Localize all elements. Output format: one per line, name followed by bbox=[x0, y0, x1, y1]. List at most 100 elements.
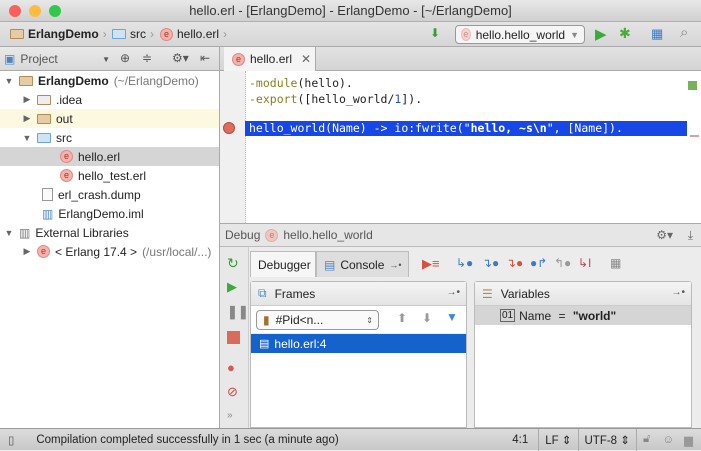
minimize-window-button[interactable] bbox=[29, 5, 41, 17]
pin-icon[interactable]: →• bbox=[671, 287, 685, 298]
tree-item-src[interactable]: ▼ src bbox=[0, 128, 219, 147]
tree-item-out[interactable]: ▶ out bbox=[0, 109, 219, 128]
folder-icon bbox=[112, 29, 126, 39]
line-separator-select[interactable]: LF ⇕ bbox=[539, 433, 577, 447]
frames-icon: ⧉ bbox=[258, 286, 267, 300]
inspector-icon[interactable]: ☺ bbox=[656, 434, 680, 446]
toggle-tool-windows-icon[interactable]: ▯ bbox=[8, 433, 14, 447]
breadcrumb-project[interactable]: ErlangDemo › bbox=[10, 27, 107, 41]
frame-icon: ▤ bbox=[259, 338, 270, 350]
gear-icon[interactable]: ⚙▾ bbox=[172, 51, 189, 65]
resume-icon[interactable]: ▶ bbox=[227, 279, 242, 294]
variables-icon: ☰ bbox=[482, 286, 493, 301]
debug-bug-icon[interactable]: ✱ bbox=[619, 25, 631, 42]
erlang-file-icon: e bbox=[232, 52, 245, 66]
tree-item-external-libraries[interactable]: ▼ ▥ External Libraries bbox=[0, 223, 219, 242]
navigation-bar: ErlangDemo › src › e hello.erl › ⬇ e hello.he… bbox=[0, 22, 701, 47]
run-to-cursor-icon[interactable]: ↳I bbox=[578, 256, 591, 270]
step-over-icon[interactable]: ↳● bbox=[456, 256, 473, 270]
tab-console[interactable]: ▤ Console →• bbox=[316, 251, 409, 277]
tree-item-crash-dump[interactable]: erl_crash.dump bbox=[0, 185, 219, 204]
gear-icon[interactable]: ⚙▾ bbox=[656, 228, 673, 242]
breakpoint-icon[interactable] bbox=[223, 122, 235, 134]
step-out-icon[interactable]: ●↱ bbox=[530, 256, 547, 270]
tab-debugger[interactable]: Debugger bbox=[250, 251, 316, 277]
encoding-select[interactable]: UTF-8 ⇕ bbox=[579, 433, 636, 447]
erlang-file-icon: e bbox=[60, 150, 73, 163]
close-window-button[interactable] bbox=[9, 5, 21, 17]
project-view-icon: ▣ bbox=[4, 52, 16, 66]
tree-item-iml[interactable]: ▥ ErlangDemo.iml bbox=[0, 204, 219, 223]
code-line-1: -module(hello). bbox=[249, 76, 353, 90]
zoom-window-button[interactable] bbox=[49, 5, 61, 17]
force-step-into-icon[interactable]: ↴● bbox=[506, 256, 523, 270]
frames-panel: ⧉ Frames →• ▮ #Pid<n... ⇕ ⬆ ⬇ ▼ ▤ hello.erl:4 bbox=[250, 281, 467, 428]
rerun-icon[interactable]: ↻ bbox=[227, 255, 242, 271]
code-editor[interactable]: -module(hello). -export([hello_world/1])… bbox=[220, 71, 701, 223]
tree-item-hello-test[interactable]: e hello_test.erl bbox=[0, 166, 219, 185]
arrow-down-icon[interactable]: ⬇ bbox=[422, 311, 432, 325]
breadcrumb-src[interactable]: src › bbox=[112, 27, 154, 41]
locate-icon[interactable]: ⊕ bbox=[120, 51, 130, 65]
hide-panel-icon[interactable]: ⤓ bbox=[688, 228, 693, 243]
event-log-icon[interactable]: ▆ bbox=[680, 433, 701, 447]
view-breakpoints-icon[interactable]: ● bbox=[227, 360, 242, 375]
close-tab-icon[interactable]: ✕ bbox=[301, 52, 311, 66]
analysis-ok-indicator bbox=[688, 81, 697, 90]
project-view-select[interactable]: ▣ Project ▼ bbox=[4, 50, 110, 68]
mute-breakpoints-icon[interactable]: ⊘ bbox=[227, 384, 242, 399]
tree-item-hello-erl[interactable]: e hello.erl bbox=[0, 147, 219, 166]
collapse-all-icon[interactable]: ≑ bbox=[142, 51, 152, 65]
show-execution-point-icon[interactable]: ▶≡ bbox=[422, 256, 440, 272]
caret-position[interactable]: 4:1 bbox=[502, 434, 538, 446]
thread-select[interactable]: ▮ #Pid<n... ⇕ bbox=[256, 310, 379, 330]
drop-frame-icon[interactable]: ↰● bbox=[554, 256, 571, 270]
breadcrumb-file[interactable]: e hello.erl › bbox=[160, 27, 227, 41]
thread-icon: ▮ bbox=[263, 313, 270, 327]
title-bar: hello.erl - [ErlangDemo] - ErlangDemo - … bbox=[0, 0, 701, 22]
evaluate-expression-icon[interactable]: ▦ bbox=[610, 256, 621, 270]
console-icon: ▤ bbox=[324, 257, 336, 272]
erlang-test-file-icon: e bbox=[60, 169, 73, 182]
erlang-sdk-icon: e bbox=[37, 245, 50, 258]
erlang-file-icon: e bbox=[160, 27, 173, 41]
debug-side-toolbar: ↻ ▶ ❚❚ ● ⊘ » bbox=[220, 247, 249, 428]
run-icon[interactable]: ▶ bbox=[595, 25, 607, 43]
project-panel-header: ▣ Project ▼ ⊕ ≑ ⚙▾ ⇤ bbox=[0, 47, 220, 71]
tree-item-idea[interactable]: ▶ .idea bbox=[0, 90, 219, 109]
step-into-icon[interactable]: ↴● bbox=[482, 256, 499, 270]
erlang-file-icon: e bbox=[461, 28, 471, 41]
tab-hello-erl[interactable]: e hello.erl ✕ bbox=[224, 47, 316, 71]
library-icon: ▥ bbox=[19, 225, 31, 240]
tree-item-erlang-sdk[interactable]: ▶ e < Erlang 17.4 > (/usr/local/...) bbox=[0, 242, 219, 261]
frame-item[interactable]: ▤ hello.erl:4 bbox=[251, 334, 466, 353]
module-file-icon: ▥ bbox=[42, 206, 54, 221]
search-icon[interactable]: ⌕ bbox=[680, 24, 688, 41]
stop-icon[interactable] bbox=[227, 331, 240, 344]
pin-icon[interactable]: →• bbox=[446, 287, 460, 298]
breakpoint-marker-stripe bbox=[690, 135, 699, 137]
window-title: hello.erl - [ErlangDemo] - ErlangDemo - … bbox=[189, 3, 512, 18]
erlang-file-icon: e bbox=[265, 228, 279, 242]
variable-row[interactable]: 01 Name = "world" bbox=[475, 306, 691, 325]
filter-icon[interactable]: ▼ bbox=[446, 310, 458, 324]
status-bar: ▯ Compilation completed successfully in … bbox=[0, 428, 701, 451]
status-message: Compilation completed successfully in 1 … bbox=[36, 433, 339, 446]
project-structure-icon[interactable]: ▦ bbox=[651, 26, 663, 42]
tree-item-erlangdemo[interactable]: ▼ ErlangDemo (~/ErlangDemo) bbox=[0, 71, 219, 90]
text-file-icon bbox=[42, 188, 53, 201]
code-line-2: -export([hello_world/1]). bbox=[249, 92, 423, 106]
arrow-up-icon[interactable]: ⬆ bbox=[397, 311, 407, 325]
chevron-down-icon: ▼ bbox=[570, 29, 579, 40]
hide-panel-icon[interactable]: ⇤ bbox=[200, 51, 210, 65]
project-icon bbox=[10, 29, 24, 39]
debug-panel-header: Debug e hello.hello_world ⚙▾ ⤓ bbox=[220, 223, 701, 247]
project-tree: ▼ ErlangDemo (~/ErlangDemo) ▶ .idea ▶ out ▼ s… bbox=[0, 71, 220, 428]
lock-icon[interactable]: 🔓︎ bbox=[637, 433, 656, 446]
build-icon[interactable]: ⬇ bbox=[430, 26, 440, 40]
run-config-select[interactable]: e hello.hello_world ▼ bbox=[455, 25, 585, 44]
variable-icon: 01 bbox=[500, 309, 516, 322]
pause-icon[interactable]: ❚❚ bbox=[227, 304, 249, 319]
variables-panel: ☰ Variables →• 01 Name = "world" bbox=[474, 281, 692, 428]
more-icon[interactable]: » bbox=[227, 410, 242, 424]
